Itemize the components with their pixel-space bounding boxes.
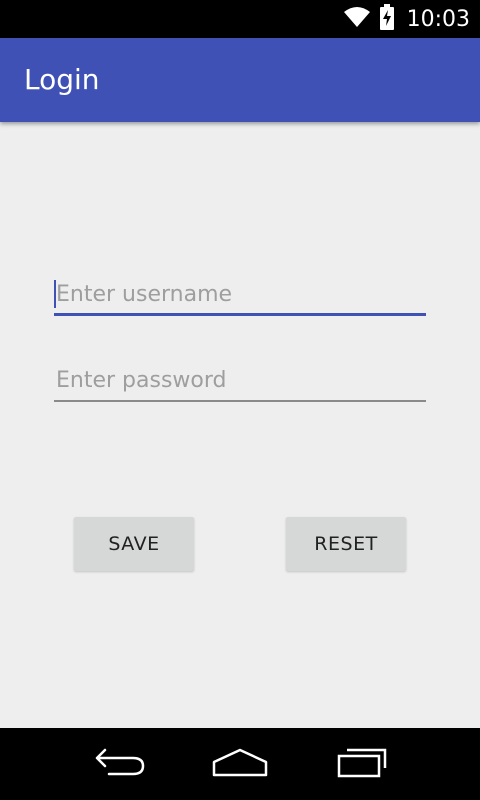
- page-title: Login: [24, 63, 100, 96]
- battery-charging-icon: [379, 3, 395, 35]
- recents-button[interactable]: [322, 742, 402, 786]
- status-time: 10:03: [406, 6, 470, 32]
- back-icon: [93, 747, 147, 782]
- password-underline: [54, 400, 426, 402]
- reset-button[interactable]: RESET: [286, 517, 406, 571]
- username-input[interactable]: [54, 276, 428, 312]
- wifi-icon: [343, 6, 371, 33]
- status-bar: 10:03: [0, 0, 480, 38]
- home-button[interactable]: [200, 742, 280, 786]
- status-icons: 10:03: [343, 0, 470, 38]
- username-underline: [54, 313, 426, 316]
- home-icon: [212, 747, 268, 782]
- app-bar: Login: [0, 38, 480, 122]
- save-button[interactable]: SAVE: [74, 517, 194, 571]
- recents-icon: [335, 746, 389, 783]
- password-input[interactable]: [54, 362, 428, 398]
- back-button[interactable]: [80, 742, 160, 786]
- text-cursor: [54, 280, 56, 308]
- password-field[interactable]: [54, 362, 428, 402]
- navigation-bar: [0, 728, 480, 800]
- username-field[interactable]: [54, 276, 428, 316]
